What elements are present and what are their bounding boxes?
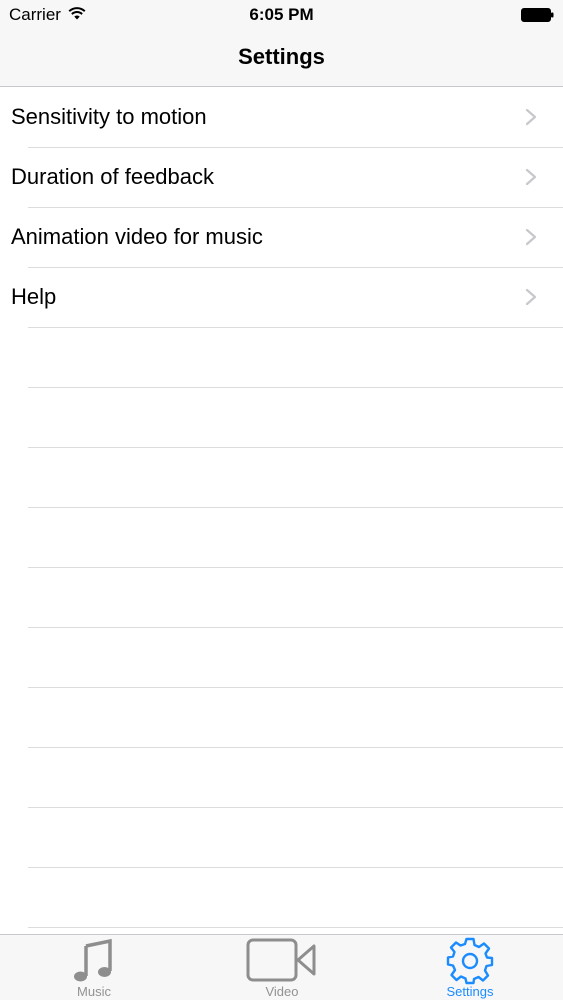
settings-row-sensitivity[interactable]: Sensitivity to motion (0, 88, 563, 148)
empty-row (0, 748, 563, 808)
empty-row (0, 868, 563, 928)
status-bar: Carrier 6:05 PM (0, 0, 563, 30)
tab-settings[interactable]: Settings (376, 935, 563, 1000)
settings-row-label: Animation video for music (11, 224, 263, 249)
empty-row (0, 568, 563, 628)
settings-screen: Carrier 6:05 PM Settings Sensitivity to … (0, 0, 563, 1000)
chevron-right-icon (525, 288, 537, 306)
settings-row-help[interactable]: Help (0, 268, 563, 328)
video-camera-icon (246, 938, 316, 982)
clock-time: 6:05 PM (249, 5, 314, 24)
tab-music[interactable]: Music (0, 935, 188, 1000)
tab-bar: Music Video Settings (0, 934, 563, 1000)
settings-row-label: Duration of feedback (11, 164, 215, 189)
empty-row (0, 688, 563, 748)
gear-icon (446, 937, 494, 985)
chevron-right-icon (525, 228, 537, 246)
tab-label: Music (77, 984, 111, 999)
empty-row (0, 508, 563, 568)
settings-row-duration[interactable]: Duration of feedback (0, 148, 563, 208)
tab-label: Video (265, 984, 299, 999)
music-note-icon (74, 938, 112, 982)
tab-video[interactable]: Video (188, 935, 376, 1000)
navigation-bar: Settings (0, 30, 563, 87)
page-title: Settings (238, 44, 325, 69)
settings-table[interactable]: Sensitivity to motion Duration of feedba… (0, 88, 563, 934)
empty-row (0, 448, 563, 508)
tab-label: Settings (446, 984, 494, 999)
empty-row (0, 328, 563, 388)
settings-row-animation-video[interactable]: Animation video for music (0, 208, 563, 268)
settings-row-label: Sensitivity to motion (11, 104, 207, 129)
empty-row (0, 388, 563, 448)
battery-icon (521, 8, 554, 22)
empty-row (0, 628, 563, 688)
empty-row (0, 808, 563, 868)
chevron-right-icon (525, 108, 537, 126)
chevron-right-icon (525, 168, 537, 186)
settings-row-label: Help (11, 284, 57, 309)
